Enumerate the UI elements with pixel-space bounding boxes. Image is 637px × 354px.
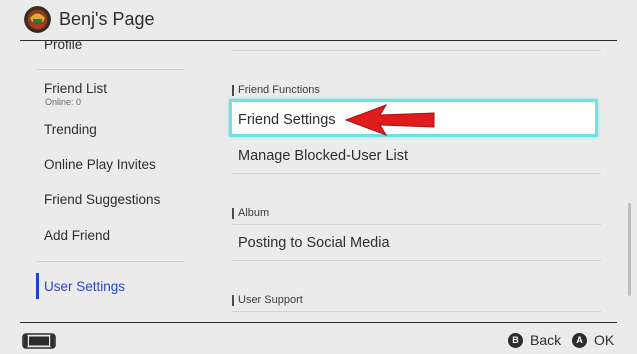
divider — [232, 173, 601, 174]
divider — [232, 311, 601, 312]
ok-label: OK — [594, 332, 615, 348]
user-avatar-icon[interactable] — [24, 6, 51, 33]
page-title: Benj's Page — [59, 9, 155, 29]
back-hint[interactable]: B Back — [508, 332, 561, 348]
console-icon — [22, 333, 56, 349]
sidebar-item-trending[interactable]: Trending — [44, 122, 97, 137]
manage-blocked-user-list-item[interactable]: Manage Blocked-User List — [238, 148, 408, 164]
section-label-friend-functions: Friend Functions — [232, 84, 320, 96]
back-label: Back — [530, 332, 562, 348]
sidebar: Profile Friend List Online: 0 Trending O… — [0, 41, 205, 321]
section-label-user-support: User Support — [232, 294, 303, 306]
friend-settings-label: Friend Settings — [238, 112, 336, 128]
ok-hint[interactable]: A OK — [572, 332, 614, 348]
sidebar-item-online-play-invites[interactable]: Online Play Invites — [44, 157, 156, 172]
active-indicator — [36, 273, 39, 299]
sidebar-item-friend-list[interactable]: Friend List — [44, 81, 107, 96]
settings-list: —————————————— Friend Functions Friend S… — [205, 41, 617, 321]
scrollbar[interactable] — [628, 203, 631, 296]
red-arrow-icon — [344, 104, 435, 136]
posting-to-social-media-item[interactable]: Posting to Social Media — [238, 235, 390, 251]
divider — [232, 224, 601, 225]
sidebar-item-friend-suggestions[interactable]: Friend Suggestions — [44, 192, 160, 207]
b-button-icon: B — [508, 332, 523, 348]
divider — [36, 261, 184, 262]
divider — [232, 260, 601, 261]
divider — [232, 50, 601, 51]
sidebar-item-add-friend[interactable]: Add Friend — [44, 228, 110, 243]
a-button-icon: A — [572, 332, 587, 348]
header: Benj's Page — [0, 0, 637, 42]
online-count: Online: 0 — [45, 97, 82, 107]
sidebar-item-user-settings[interactable]: User Settings — [44, 279, 125, 294]
previous-item-partial: —————————————— — [238, 41, 441, 48]
sidebar-item-profile[interactable]: Profile — [44, 41, 82, 52]
section-label-album: Album — [232, 207, 269, 219]
divider — [36, 69, 184, 70]
footer-divider — [20, 322, 617, 323]
footer: B Back A OK — [0, 322, 637, 354]
